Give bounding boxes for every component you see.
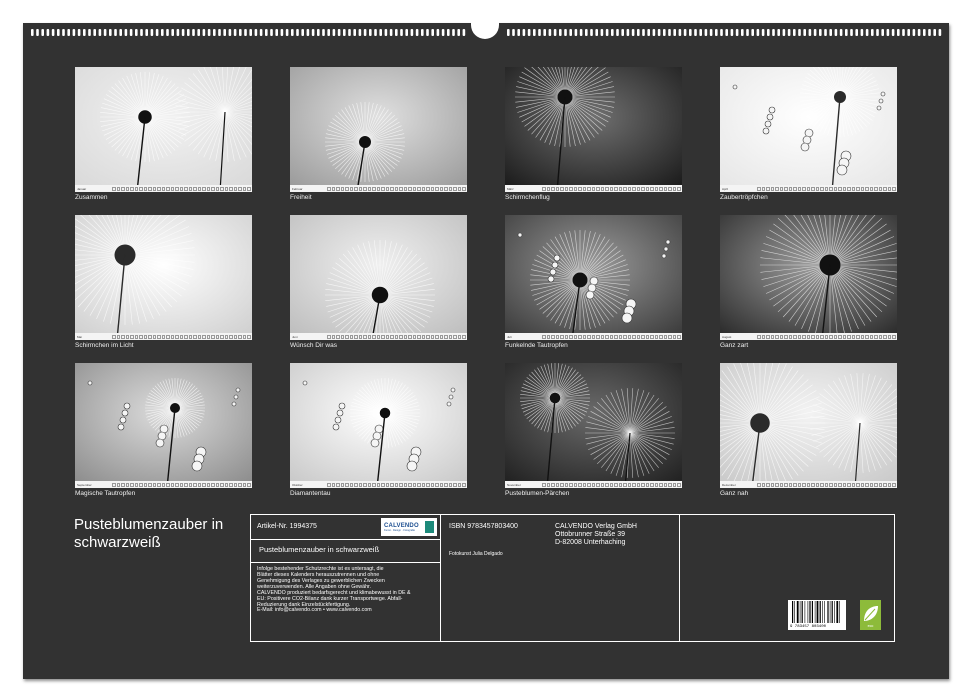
month-name: März	[507, 186, 514, 191]
photo-caption: Diamantentau	[290, 490, 331, 497]
month-calendar-strip: April	[720, 185, 897, 192]
divider	[251, 562, 440, 563]
month-photo: Dezember	[720, 363, 897, 488]
month-photo: Januar	[75, 67, 252, 192]
month-name: Januar	[77, 186, 87, 191]
publisher-address: CALVENDO Verlag GmbH Ottobrunner Straße …	[555, 523, 637, 546]
month-calendar-strip: September	[75, 481, 252, 488]
month-calendar-strip: Oktober	[290, 481, 467, 488]
article-number: Artikel-Nr. 1994375	[257, 523, 317, 530]
divider	[679, 515, 680, 641]
month-name: Februar	[292, 186, 303, 191]
month-photo: Juni	[290, 215, 467, 340]
photographer-credit: Fotokunst Julia Delgado	[449, 551, 503, 557]
month-calendar-strip: Juli	[505, 333, 682, 340]
calendar-back-page: Pusteblumenzauber in schwarzweiß Artikel…	[23, 21, 949, 679]
photo-caption: Zaubertröpfchen	[720, 194, 768, 201]
month-photo: Mai	[75, 215, 252, 340]
photo-caption: Freiheit	[290, 194, 312, 201]
month-photo: Juli	[505, 215, 682, 340]
month-name: Juli	[507, 334, 512, 339]
month-calendar-strip: August	[720, 333, 897, 340]
month-photo: Oktober	[290, 363, 467, 488]
month-photo: Februar	[290, 67, 467, 192]
eco-leaf-icon: eco	[860, 600, 881, 630]
photo-caption: Ganz zart	[720, 342, 749, 349]
calvendo-logo: CALVENDO Kunst · Design · Fotografie	[381, 518, 437, 536]
month-name: Dezember	[722, 482, 736, 487]
month-name: Mai	[77, 334, 82, 339]
photo-caption: Funkelnde Tautropfen	[505, 342, 568, 349]
month-photo: September	[75, 363, 252, 488]
month-photo: April	[720, 67, 897, 192]
month-photo: November	[505, 363, 682, 488]
month-calendar-strip: Dezember	[720, 481, 897, 488]
photo-caption: Zusammen	[75, 194, 108, 201]
month-name: Oktober	[292, 482, 303, 487]
month-name: November	[507, 482, 521, 487]
product-info-box: Artikel-Nr. 1994375 CALVENDO Kunst · Des…	[250, 514, 895, 642]
month-calendar-strip: November	[505, 481, 682, 488]
calendar-title: Pusteblumenzauber in schwarzweiß	[74, 516, 224, 551]
product-title: Pusteblumenzauber in schwarzweiß	[259, 545, 380, 554]
photo-caption: Wünsch Dir was	[290, 342, 337, 349]
month-calendar-strip: Mai	[75, 333, 252, 340]
isbn-barcode: 9 783457 803400	[788, 600, 846, 630]
photo-caption: Schirmchenflug	[505, 194, 550, 201]
divider	[251, 539, 440, 540]
isbn: ISBN 9783457803400	[449, 523, 518, 530]
month-photo: August	[720, 215, 897, 340]
month-name: August	[722, 334, 732, 339]
month-calendar-strip: Januar	[75, 185, 252, 192]
photo-caption: Magische Tautropfen	[75, 490, 136, 497]
month-calendar-strip: März	[505, 185, 682, 192]
month-name: September	[77, 482, 92, 487]
month-photo: März	[505, 67, 682, 192]
month-name: Juni	[292, 334, 298, 339]
month-name: April	[722, 186, 729, 191]
legal-notice: Infolge bestehender Schutzrechte ist es …	[257, 566, 411, 614]
month-calendar-strip: Juni	[290, 333, 467, 340]
photo-caption: Pusteblumen-Pärchen	[505, 490, 570, 497]
photo-caption: Schirmchen im Licht	[75, 342, 134, 349]
month-calendar-strip: Februar	[290, 185, 467, 192]
divider	[440, 515, 441, 641]
photo-caption: Ganz nah	[720, 490, 749, 497]
